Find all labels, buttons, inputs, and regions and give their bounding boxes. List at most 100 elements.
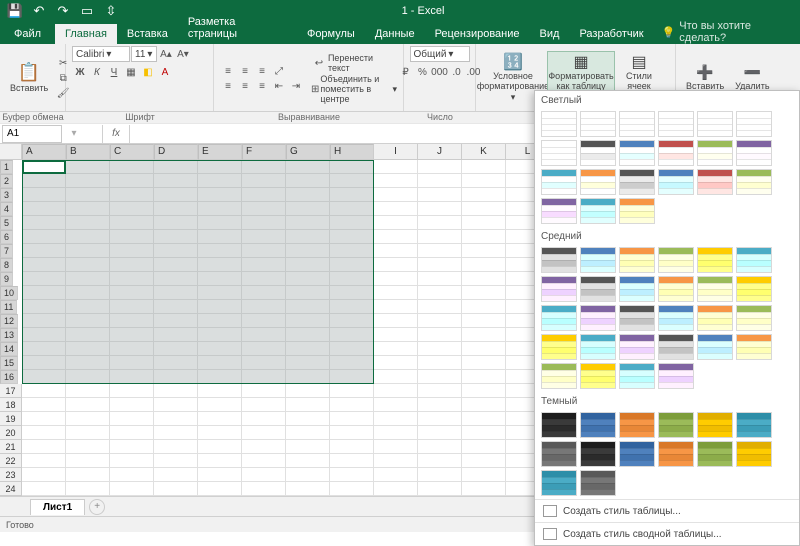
cell[interactable] xyxy=(110,272,154,286)
cell[interactable] xyxy=(374,272,418,286)
cell[interactable] xyxy=(418,272,462,286)
cell[interactable] xyxy=(462,216,506,230)
cell[interactable] xyxy=(418,216,462,230)
cell[interactable] xyxy=(242,482,286,496)
cell[interactable] xyxy=(286,440,330,454)
cell[interactable] xyxy=(462,272,506,286)
table-style-swatch[interactable] xyxy=(697,169,733,195)
fx-icon[interactable]: fx xyxy=(102,125,130,143)
cell[interactable] xyxy=(374,202,418,216)
table-style-swatch[interactable] xyxy=(697,247,733,273)
table-style-swatch[interactable] xyxy=(697,412,733,438)
row-header[interactable]: 5 xyxy=(0,216,13,230)
cell[interactable] xyxy=(374,468,418,482)
cell[interactable] xyxy=(198,258,242,272)
merge-button[interactable]: ⊞Объединить и поместить в центре▾ xyxy=(311,74,397,104)
cell[interactable] xyxy=(374,258,418,272)
row-header[interactable]: 10 xyxy=(0,286,18,300)
align-bot-icon[interactable]: ≡ xyxy=(254,64,270,78)
row-headers[interactable]: 123456789101112131415161718192021222324 xyxy=(0,160,22,496)
cell[interactable] xyxy=(462,412,506,426)
cell[interactable] xyxy=(242,258,286,272)
table-style-swatch[interactable] xyxy=(658,412,694,438)
cell[interactable] xyxy=(286,174,330,188)
cell[interactable] xyxy=(154,328,198,342)
grow-font-icon[interactable]: A▴ xyxy=(158,47,174,61)
cell[interactable] xyxy=(418,454,462,468)
cell[interactable] xyxy=(242,342,286,356)
cell[interactable] xyxy=(198,160,242,174)
cell[interactable] xyxy=(330,202,374,216)
cell[interactable] xyxy=(66,426,110,440)
align-left-icon[interactable]: ≡ xyxy=(220,79,236,93)
table-style-swatch[interactable] xyxy=(736,334,772,360)
cell[interactable] xyxy=(22,398,66,412)
column-header[interactable]: D xyxy=(154,144,198,160)
cell[interactable] xyxy=(110,258,154,272)
cell[interactable] xyxy=(198,440,242,454)
cell[interactable] xyxy=(374,244,418,258)
undo-icon[interactable]: ↶ xyxy=(28,1,50,21)
cell[interactable] xyxy=(242,272,286,286)
cell[interactable] xyxy=(418,328,462,342)
align-right-icon[interactable]: ≡ xyxy=(254,79,270,93)
cell[interactable] xyxy=(374,328,418,342)
cell[interactable] xyxy=(154,370,198,384)
cell[interactable] xyxy=(462,258,506,272)
indent-inc-icon[interactable]: ⇥ xyxy=(288,79,304,93)
cell[interactable] xyxy=(330,244,374,258)
cell[interactable] xyxy=(110,468,154,482)
cell[interactable] xyxy=(374,454,418,468)
cell[interactable] xyxy=(330,258,374,272)
row-header[interactable]: 16 xyxy=(0,370,18,384)
table-style-swatch[interactable] xyxy=(619,363,655,389)
underline-icon[interactable]: Ч xyxy=(106,65,122,79)
cell[interactable] xyxy=(110,412,154,426)
orientation-icon[interactable]: ⤢ xyxy=(271,64,287,78)
cell[interactable] xyxy=(330,370,374,384)
cell[interactable] xyxy=(462,300,506,314)
cell[interactable] xyxy=(22,328,66,342)
cell[interactable] xyxy=(462,468,506,482)
cell[interactable] xyxy=(110,370,154,384)
cell[interactable] xyxy=(242,328,286,342)
cell[interactable] xyxy=(286,258,330,272)
column-header[interactable]: C xyxy=(110,144,154,160)
cell[interactable] xyxy=(242,286,286,300)
cell[interactable] xyxy=(330,286,374,300)
cell[interactable] xyxy=(154,398,198,412)
align-center-icon[interactable]: ≡ xyxy=(237,79,253,93)
cell[interactable] xyxy=(462,314,506,328)
table-style-swatch[interactable] xyxy=(541,305,577,331)
cell[interactable] xyxy=(66,482,110,496)
cell[interactable] xyxy=(462,398,506,412)
cell[interactable] xyxy=(242,230,286,244)
cell[interactable] xyxy=(418,244,462,258)
cell[interactable] xyxy=(22,440,66,454)
namebox-dropdown-icon[interactable]: ▾ xyxy=(66,127,82,141)
cell[interactable] xyxy=(330,342,374,356)
table-style-swatch[interactable] xyxy=(580,198,616,224)
cell[interactable] xyxy=(198,174,242,188)
cell[interactable] xyxy=(242,174,286,188)
cell[interactable] xyxy=(198,398,242,412)
number-format-select[interactable]: Общий▾ xyxy=(410,46,470,62)
cell[interactable] xyxy=(110,160,154,174)
save-icon[interactable]: 💾 xyxy=(4,1,26,21)
cell[interactable] xyxy=(198,202,242,216)
column-header[interactable]: B xyxy=(66,144,110,160)
cell[interactable] xyxy=(242,300,286,314)
cell[interactable] xyxy=(154,272,198,286)
column-header[interactable]: A xyxy=(22,144,66,160)
cell[interactable] xyxy=(22,216,66,230)
cell[interactable] xyxy=(242,370,286,384)
row-header[interactable]: 19 xyxy=(0,412,22,426)
cell[interactable] xyxy=(286,216,330,230)
cell[interactable] xyxy=(374,384,418,398)
cell[interactable] xyxy=(462,286,506,300)
cell[interactable] xyxy=(462,160,506,174)
cell[interactable] xyxy=(242,468,286,482)
row-header[interactable]: 14 xyxy=(0,342,18,356)
align-top-icon[interactable]: ≡ xyxy=(220,64,236,78)
column-header[interactable]: G xyxy=(286,144,330,160)
